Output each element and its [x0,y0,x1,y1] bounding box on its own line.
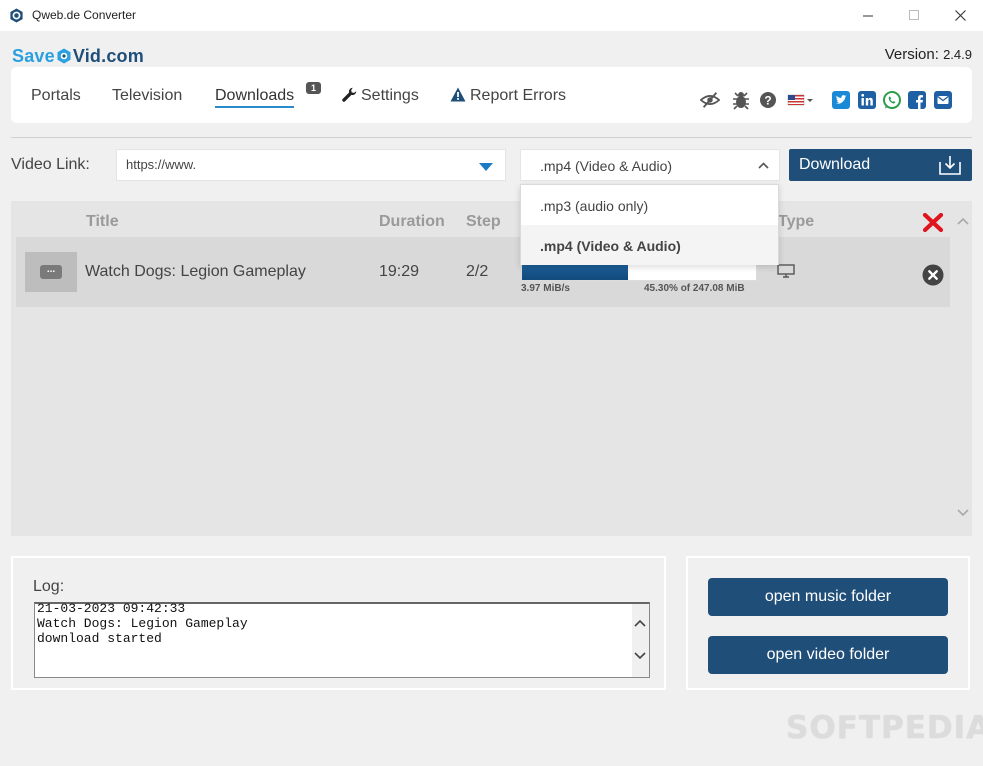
log-label: Log: [33,578,65,595]
logo-lens-icon [57,48,71,64]
version-label: Version: [884,46,939,63]
nav-television[interactable]: Television [112,87,182,105]
us-flag-icon[interactable] [787,90,815,110]
ellipsis-icon: ... [40,265,62,279]
download-tray-icon [939,156,961,175]
log-panel: Log: 21-03-2023 09:42:33 Watch Dogs: Leg… [11,556,666,690]
log-textarea[interactable]: 21-03-2023 09:42:33 Watch Dogs: Legion G… [34,601,650,678]
url-history-dropdown-icon[interactable] [479,163,493,172]
nav-settings-label: Settings [361,87,419,104]
email-icon[interactable] [933,90,953,110]
column-header-duration: Duration [379,213,445,230]
open-video-folder-button[interactable]: open video folder [708,636,948,674]
downloads-list: Title Duration Step Type ... Watch Dogs:… [11,201,972,536]
close-window-button[interactable] [937,0,983,31]
cancel-download-icon[interactable] [922,264,944,286]
header-separator [11,137,972,138]
table-row[interactable]: ... Watch Dogs: Legion Gameplay 19:29 2/… [16,237,950,307]
whatsapp-icon[interactable] [882,90,902,110]
softpedia-watermark: SOFTPEDIA [786,710,983,746]
download-button[interactable]: Download [789,149,972,181]
download-progress-fill [522,265,628,280]
version-info: Version: 2.4.9 [885,46,972,63]
list-scroll-up-icon[interactable] [957,217,969,225]
video-link-field[interactable] [116,149,506,181]
download-percent: 45.30% of 247.08 MiB [644,283,745,294]
download-button-label: Download [799,156,871,173]
nav-report-errors-label: Report Errors [470,87,567,104]
savevid-logo[interactable]: Save Vid.com [12,46,144,67]
nav-downloads[interactable]: Downloads [215,87,295,108]
logo-vid-text: Vid [72,46,102,66]
format-dropdown-menu: .mp3 (audio only) .mp4 (Video & Audio) [520,184,779,265]
linkedin-icon[interactable] [857,90,877,110]
log-scroll-up-icon[interactable] [634,619,646,627]
download-progress-bar [521,264,757,281]
wrench-icon [342,87,357,102]
maximize-button[interactable] [891,0,937,31]
log-line: download started [37,631,162,646]
facebook-icon[interactable] [907,90,927,110]
maximize-icon [908,10,919,20]
monitor-icon [777,264,795,278]
app-icon [10,8,23,23]
column-header-type: Type [778,213,815,230]
column-header-step: Step [466,213,501,230]
open-music-folder-button[interactable]: open music folder [708,578,948,616]
format-option-mp3[interactable]: .mp3 (audio only) [521,185,778,225]
video-thumbnail: ... [25,252,77,292]
svg-text:?: ? [764,94,771,108]
help-icon[interactable]: ? [758,90,778,110]
video-link-input[interactable] [126,157,466,172]
minimize-icon [862,15,873,17]
close-icon [954,10,966,21]
title-bar: Qweb.de Converter [0,0,983,31]
video-link-label: Video Link: [11,156,90,173]
remove-all-icon[interactable] [923,213,943,232]
nav-panel: Portals Television Downloads 1 Settings … [11,67,972,123]
folder-panel: open music folder open video folder [686,556,970,690]
minimize-button[interactable] [845,0,891,31]
list-scroll-down-icon[interactable] [957,509,969,517]
log-line: Watch Dogs: Legion Gameplay [37,616,248,631]
logo-save-text: Save [12,46,55,66]
row-title: Watch Dogs: Legion Gameplay [85,263,306,280]
format-option-mp4[interactable]: .mp4 (Video & Audio) [521,225,778,265]
row-duration: 19:29 [379,263,420,280]
nav-settings[interactable]: Settings [342,87,419,105]
nav-portals[interactable]: Portals [31,87,81,105]
row-step: 2/2 [466,263,489,280]
downloads-count-badge: 1 [306,82,321,94]
log-scroll-down-icon[interactable] [634,652,646,660]
window-title: Qweb.de Converter [32,8,137,22]
log-scrollbar[interactable] [632,604,649,677]
logo-com-text: .com [101,46,144,66]
warning-icon [450,87,466,102]
twitter-icon[interactable] [831,90,851,110]
format-select[interactable]: .mp4 (Video & Audio) [520,149,780,181]
eye-slash-icon[interactable] [700,90,720,110]
log-line: 21-03-2023 09:42:33 [37,601,186,616]
format-selected-value: .mp4 (Video & Audio) [540,158,673,174]
bug-icon[interactable] [731,90,751,110]
nav-report-errors[interactable]: Report Errors [450,87,566,105]
column-header-title: Title [86,213,119,230]
version-number: 2.4.9 [943,47,972,62]
chevron-up-icon [758,162,769,169]
download-speed: 3.97 MiB/s [521,283,570,294]
